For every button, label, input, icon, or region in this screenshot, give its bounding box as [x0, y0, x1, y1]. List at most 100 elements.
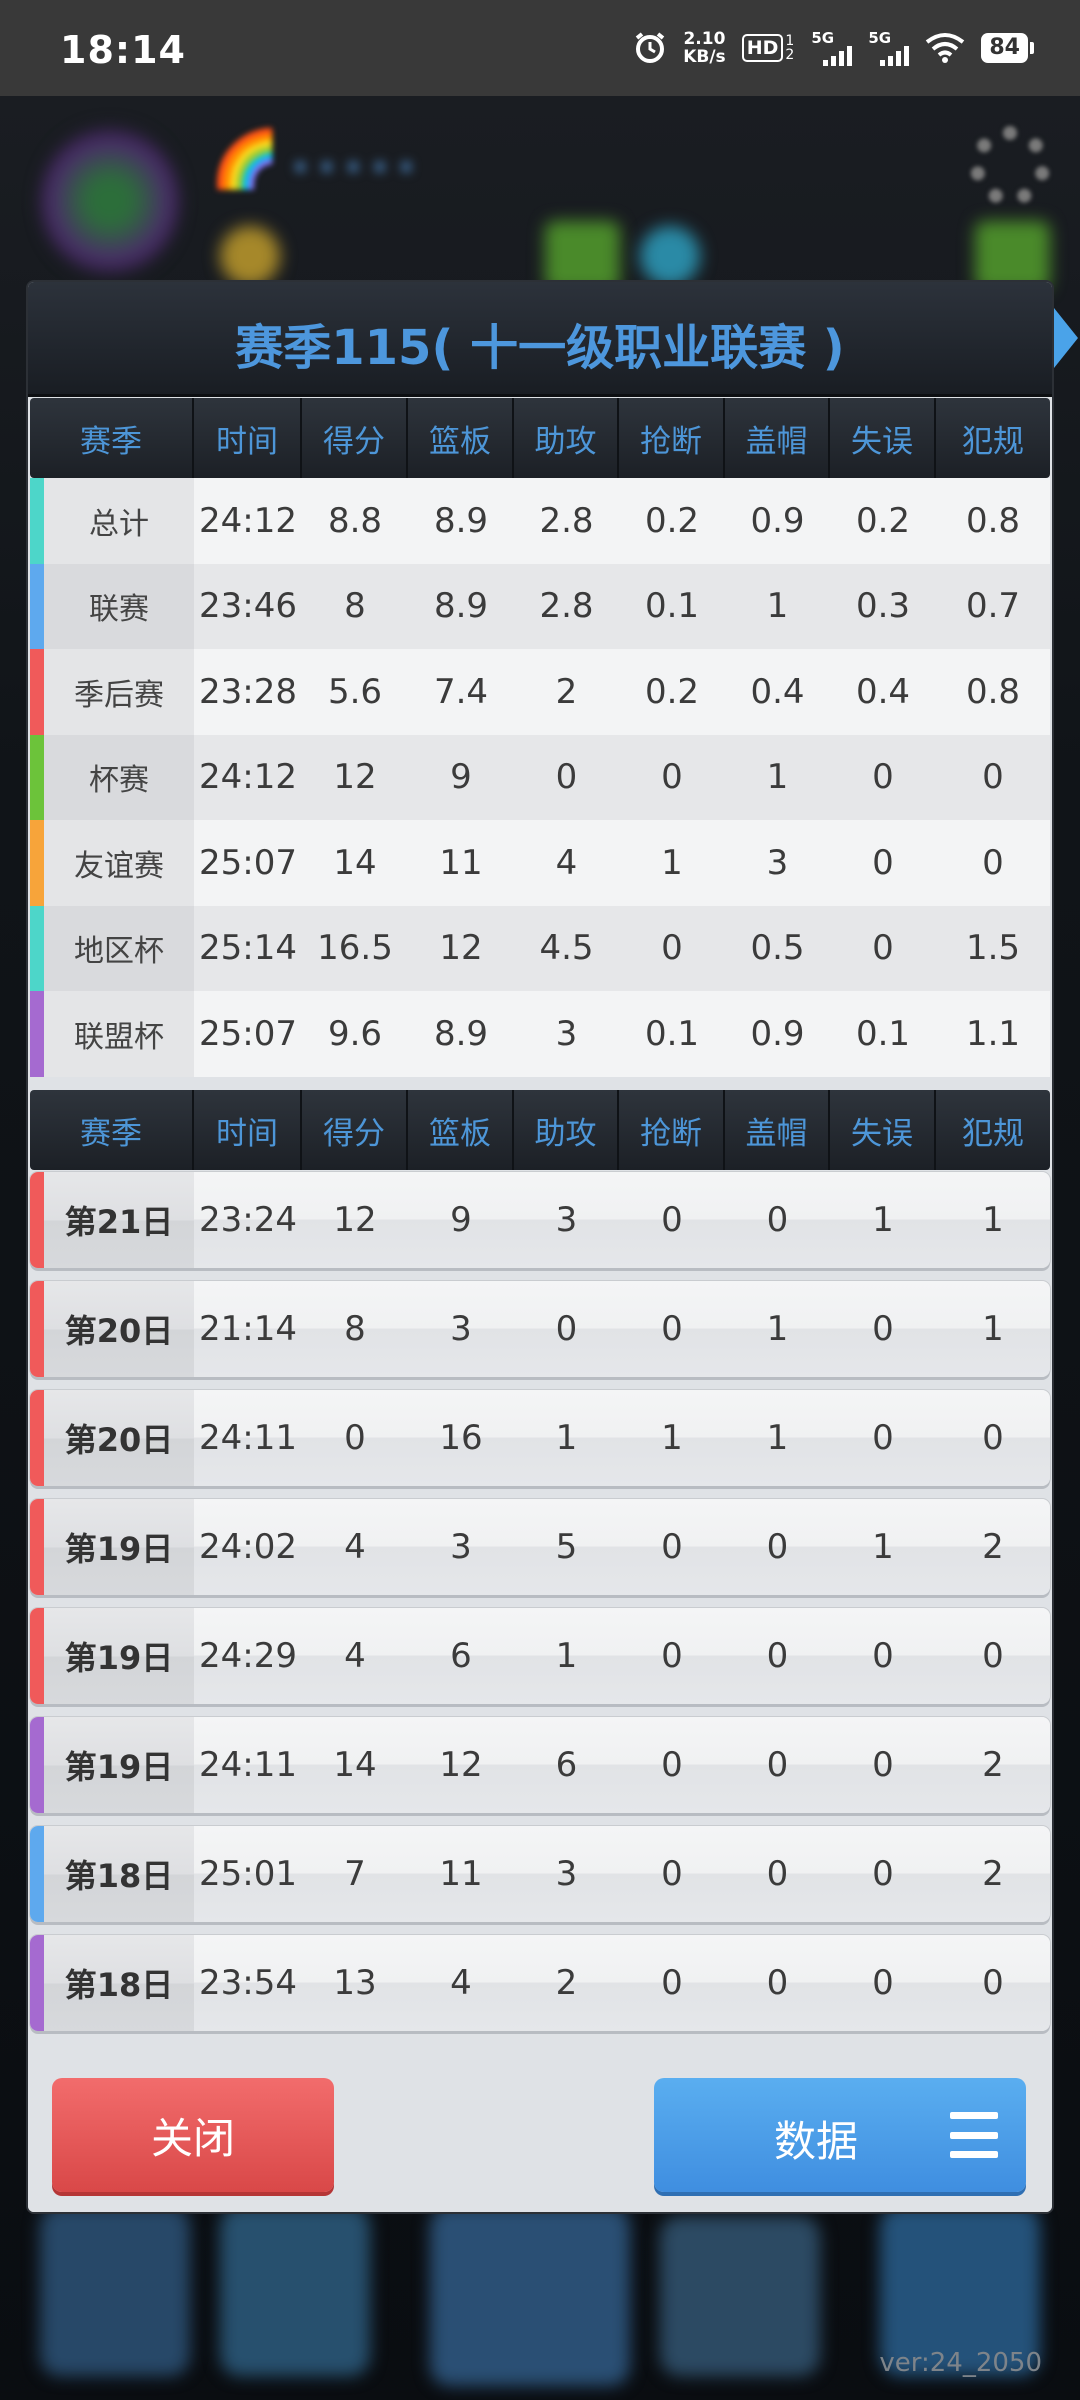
- cell-points: 4: [344, 1636, 366, 1676]
- header-blocks: 盖帽: [725, 398, 830, 478]
- cell-fouls: 2: [982, 1854, 1004, 1894]
- cell-fouls: 1: [982, 1200, 1004, 1240]
- row-label: 地区杯: [30, 905, 194, 991]
- game-row[interactable]: 第20日 21:14 8 3 0 0 1 0 1: [30, 1281, 1050, 1377]
- cell-steals: 0.2: [644, 500, 700, 541]
- status-bar: 18:14 2.10 KB/s HD 1 2 5G 5G 84: [0, 0, 1080, 96]
- rainbow-icon: 🌈: [210, 127, 280, 192]
- game-row[interactable]: 第19日 24:02 4 3 5 0 0 1 2: [30, 1499, 1050, 1595]
- header-season: 赛季: [30, 1090, 194, 1170]
- cell-blocks: 0: [766, 1527, 789, 1567]
- header-points: 得分: [302, 398, 408, 478]
- cell-blocks: 1: [766, 1309, 789, 1349]
- add-diamond-icon: [975, 221, 1050, 291]
- cell-turnovers: 0: [872, 1636, 894, 1676]
- alarm-icon: [635, 32, 665, 63]
- cell-assists: 2.8: [539, 586, 594, 627]
- cell-points: 8: [344, 586, 366, 627]
- cell-turnovers: 0: [872, 1745, 894, 1785]
- game-day-label: 第18日: [30, 1935, 194, 2031]
- cell-time: 24:11: [199, 1745, 297, 1785]
- games-table-header: 赛季 时间 得分 篮板 助攻 抢断 盖帽 失误 犯规: [30, 1090, 1050, 1170]
- cell-blocks: 1: [766, 1418, 789, 1458]
- cell-points: 13: [333, 1963, 377, 2003]
- team-logo: [40, 126, 180, 276]
- game-day-label: 第20日: [30, 1281, 194, 1377]
- nav-icon-2: [220, 2206, 370, 2376]
- game-row[interactable]: 第18日 25:01 7 11 3 0 0 0 2: [30, 1826, 1050, 1922]
- summary-table-header: 赛季 时间 得分 篮板 助攻 抢断 盖帽 失误 犯规: [30, 398, 1050, 478]
- dialog-header: 赛季115( 十一级职业联赛 ): [28, 282, 1078, 397]
- cell-points: 8.8: [327, 500, 383, 541]
- summary-row: 友谊赛 25:07 14 11 4 1 3 0 0: [30, 820, 1050, 906]
- close-button-label: 关闭: [150, 2113, 235, 2163]
- cell-points: 12: [333, 757, 377, 798]
- cell-time: 23:46: [199, 586, 297, 627]
- data-menu-button[interactable]: 数据: [654, 2078, 1026, 2192]
- coin-icon: [220, 226, 280, 286]
- cell-blocks: 0: [766, 1963, 789, 2003]
- summary-row: 季后赛 23:28 5.6 7.4 2 0.2 0.4 0.4 0.8: [30, 649, 1050, 735]
- cell-points: 4: [344, 1527, 366, 1567]
- cell-blocks: 0: [766, 1745, 789, 1785]
- header-turnovers: 失误: [830, 398, 936, 478]
- net-speed: 2.10 KB/s: [683, 30, 725, 66]
- cell-fouls: 1: [982, 1309, 1004, 1349]
- cell-fouls: 0.8: [965, 500, 1021, 541]
- row-label: 联赛: [30, 563, 194, 649]
- cell-points: 9.6: [327, 1013, 383, 1054]
- cell-points: 14: [333, 842, 377, 883]
- cell-time: 23:54: [199, 1963, 297, 2003]
- cell-rebounds: 6: [450, 1636, 472, 1676]
- close-button[interactable]: 关闭: [52, 2078, 334, 2192]
- game-row[interactable]: 第21日 23:24 12 9 3 0 0 1 1: [30, 1172, 1050, 1268]
- header-time: 时间: [194, 1090, 302, 1170]
- cell-rebounds: 12: [439, 1745, 483, 1785]
- cell-turnovers: 1: [872, 1527, 894, 1567]
- cell-steals: 0: [661, 1527, 683, 1567]
- cell-blocks: 0.9: [750, 1013, 805, 1054]
- cell-rebounds: 11: [439, 842, 483, 883]
- cell-fouls: 2: [982, 1745, 1004, 1785]
- cell-rebounds: 3: [450, 1527, 472, 1567]
- cell-blocks: 0: [766, 1854, 789, 1894]
- next-season-arrow-icon[interactable]: [1054, 308, 1078, 368]
- gear-icon: [970, 126, 1050, 206]
- header-assists: 助攻: [514, 1090, 619, 1170]
- sim2-label: 5G: [868, 28, 892, 47]
- header-fouls: 犯规: [962, 1115, 1024, 1152]
- game-row[interactable]: 第18日 23:54 13 4 2 0 0 0 0: [30, 1935, 1050, 2031]
- signal-sim1-icon: 5G: [811, 28, 853, 66]
- cell-steals: 0.1: [644, 1013, 700, 1054]
- blurred-team-name: ·····: [290, 136, 423, 199]
- game-row[interactable]: 第20日 24:11 0 16 1 1 1 0 0: [30, 1390, 1050, 1486]
- header-turnovers: 失误: [830, 1090, 936, 1170]
- cell-fouls: 0: [982, 1963, 1004, 2003]
- sim1-label: 5G: [811, 28, 835, 47]
- summary-table: 总计 24:12 8.8 8.9 2.8 0.2 0.9 0.2 0.8 联赛 23:46 8 8.9 2…: [30, 478, 1050, 1077]
- cell-blocks: 1: [766, 757, 789, 798]
- header-points: 得分: [302, 1090, 408, 1170]
- games-table[interactable]: 第21日 23:24 12 9 3 0 0 1 1 第20日 21:14 8 3 0 0 1 0 1 第20日 24:…: [30, 1172, 1050, 2044]
- cell-turnovers: 0.1: [855, 1013, 911, 1054]
- cell-time: 25:14: [199, 928, 297, 969]
- cell-rebounds: 12: [439, 928, 483, 969]
- cell-time: 24:12: [199, 757, 297, 798]
- cell-rebounds: 7.4: [433, 671, 489, 712]
- game-row[interactable]: 第19日 24:11 14 12 6 0 0 0 2: [30, 1717, 1050, 1813]
- summary-row: 联赛 23:46 8 8.9 2.8 0.1 1 0.3 0.7: [30, 563, 1050, 649]
- cell-points: 8: [344, 1309, 366, 1349]
- cell-steals: 0: [661, 1309, 683, 1349]
- net-speed-unit: KB/s: [683, 47, 726, 67]
- cell-steals: 0: [661, 1963, 683, 2003]
- cell-time: 25:07: [199, 1013, 297, 1054]
- summary-row: 杯赛 24:12 12 9 0 0 1 0 0: [30, 734, 1050, 820]
- cell-fouls: 1.1: [965, 1013, 1021, 1054]
- cell-steals: 0: [661, 1636, 683, 1676]
- game-row[interactable]: 第19日 24:29 4 6 1 0 0 0 0: [30, 1608, 1050, 1704]
- header-rebounds: 篮板: [408, 1090, 514, 1170]
- game-day-label: 第20日: [30, 1390, 194, 1486]
- cell-turnovers: 1: [872, 1200, 894, 1240]
- game-day-label: 第18日: [30, 1826, 194, 1922]
- cell-turnovers: 0.3: [855, 586, 911, 627]
